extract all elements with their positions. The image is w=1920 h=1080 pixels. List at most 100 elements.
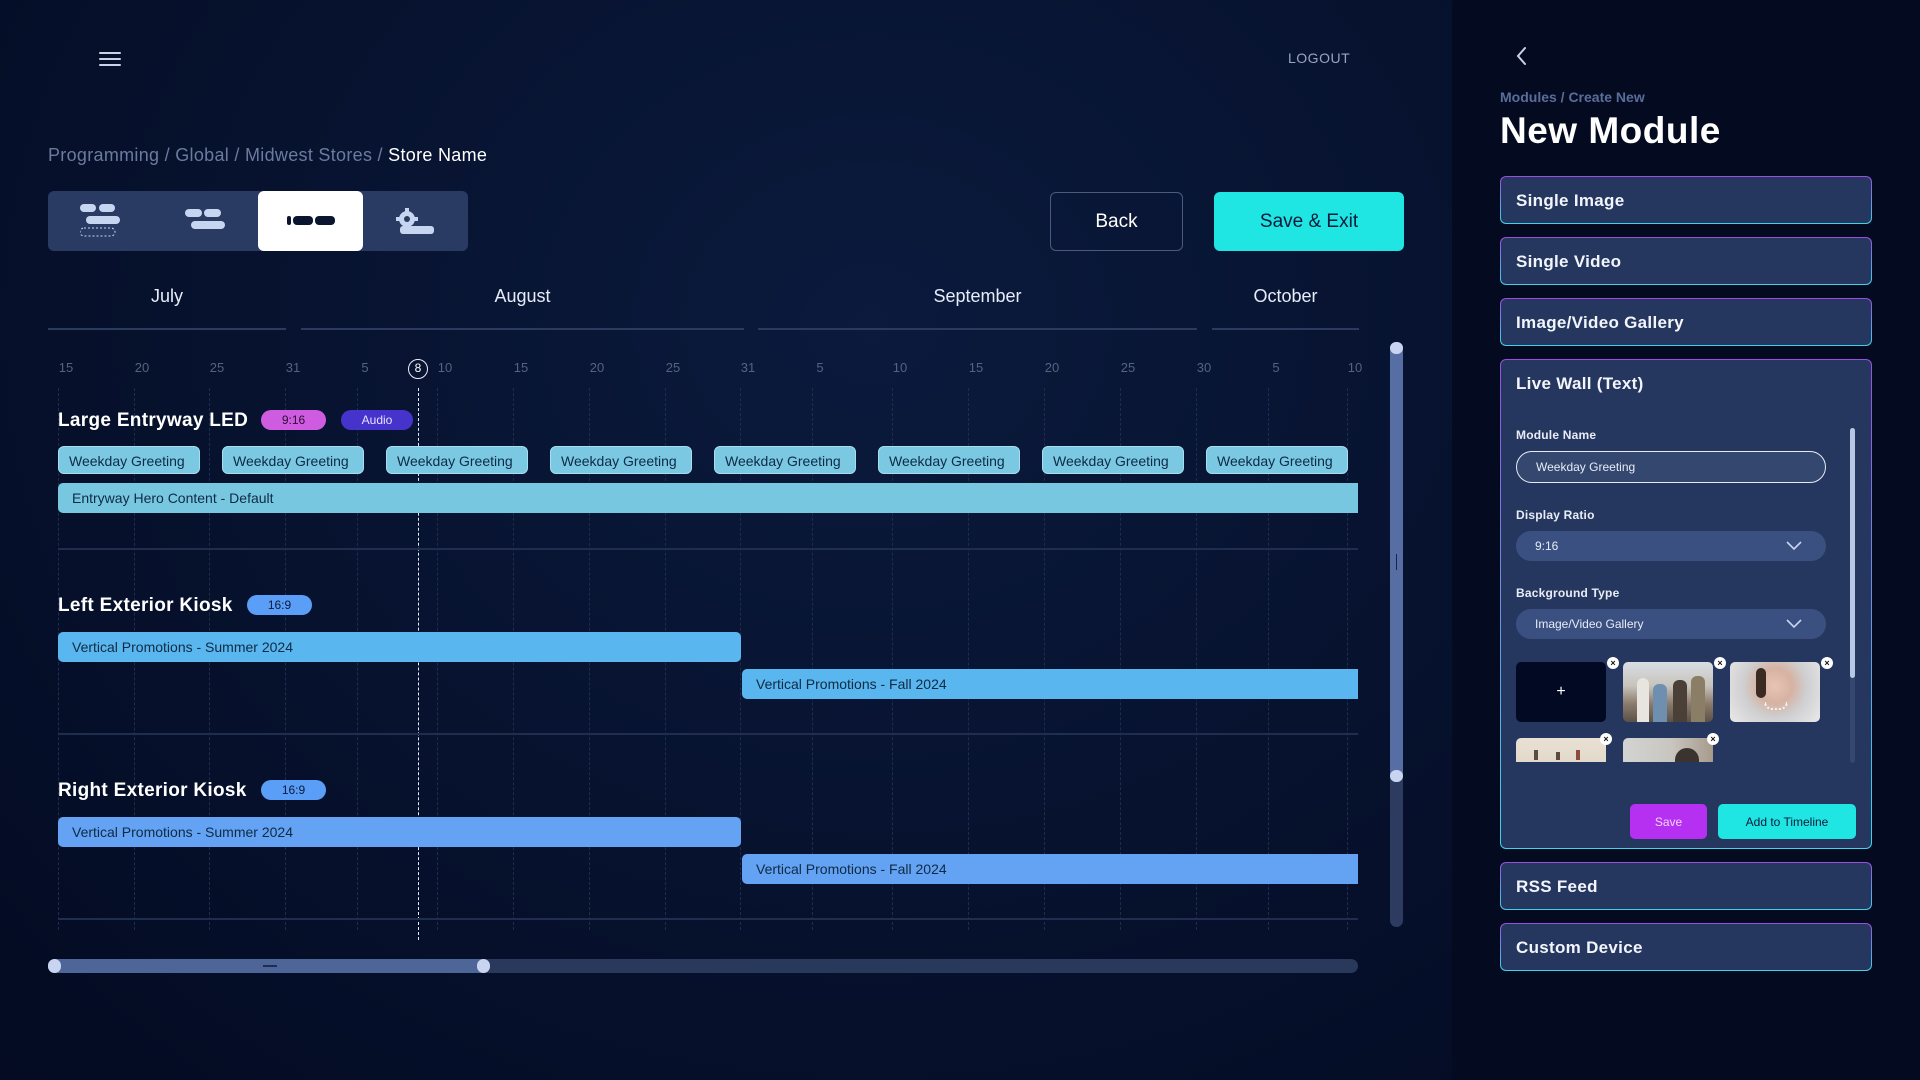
back-button[interactable]: Back (1050, 192, 1183, 251)
schedule-bar[interactable]: Vertical Promotions - Fall 2024 (742, 669, 1358, 699)
date-tick: 15 (513, 360, 529, 375)
gallery-thumbnail[interactable] (1623, 738, 1713, 762)
group-of-friends-photo (1623, 662, 1713, 722)
save-module-button[interactable]: Save (1630, 804, 1707, 839)
date-tick: 5 (816, 360, 824, 375)
remove-glyph: × (1714, 657, 1726, 669)
module-chip[interactable]: Weekday Greeting (714, 446, 856, 474)
display-ratio-select[interactable]: 9:16 (1516, 531, 1826, 561)
scroll-grip (263, 965, 277, 967)
breadcrumb-current: Store Name (388, 145, 488, 165)
row-divider (58, 548, 1358, 550)
ratio-badge: 16:9 (247, 595, 312, 615)
module-option-single-video[interactable]: Single Video (1500, 237, 1872, 285)
vertical-scrollbar[interactable] (1390, 342, 1403, 927)
ratio-badge: 9:16 (261, 410, 326, 430)
remove-media-icon[interactable]: × (1821, 657, 1833, 669)
chevron-down-icon (1786, 619, 1802, 629)
schedule-bar[interactable]: Vertical Promotions - Summer 2024 (58, 817, 741, 847)
gallery-thumbnail[interactable] (1730, 662, 1820, 722)
scroll-grip (1396, 554, 1397, 570)
logout-link[interactable]: LOGOUT (1288, 50, 1350, 66)
remove-media-icon[interactable]: × (1600, 733, 1612, 745)
view-settings-button[interactable] (363, 191, 468, 251)
month-label: August (494, 286, 551, 306)
display-ratio-value: 9:16 (1535, 539, 1559, 553)
date-tick: 15 (968, 360, 984, 375)
schedule-bar[interactable]: Vertical Promotions - Fall 2024 (742, 854, 1358, 884)
module-chip[interactable]: Weekday Greeting (222, 446, 364, 474)
module-option-label: RSS Feed (1516, 877, 1598, 896)
breadcrumb-midwest-stores[interactable]: Midwest Stores (245, 145, 372, 165)
module-name-label: Module Name (1516, 428, 1597, 442)
module-option-custom-device[interactable]: Custom Device (1500, 923, 1872, 971)
breadcrumb-separator: / (372, 145, 389, 165)
module-option-single-image[interactable]: Single Image (1500, 176, 1872, 224)
date-gridline (1196, 388, 1197, 930)
side-panel-breadcrumb: Modules / Create New (1500, 89, 1645, 105)
module-chip[interactable]: Weekday Greeting (386, 446, 528, 474)
background-type-select[interactable]: Image/Video Gallery (1516, 609, 1826, 639)
main-area: LOGOUT Programming / Global / Midwest St… (0, 0, 1452, 1080)
month-divider (48, 328, 286, 330)
view-grouped-button[interactable] (153, 191, 258, 251)
timeline: July August September October 15 20 25 31 5 1… (48, 280, 1362, 940)
remove-glyph: × (1600, 733, 1612, 745)
save-exit-button[interactable]: Save & Exit (1214, 192, 1404, 251)
module-option-rss-feed[interactable]: RSS Feed (1500, 862, 1872, 910)
breadcrumb-global[interactable]: Global (175, 145, 229, 165)
remove-media-icon[interactable]: × (1714, 657, 1726, 669)
module-name-input[interactable] (1516, 451, 1826, 483)
module-option-label[interactable]: Live Wall (Text) (1516, 374, 1644, 394)
city-building-photo (1623, 738, 1713, 762)
remove-media-icon[interactable]: × (1607, 657, 1619, 669)
add-to-timeline-button[interactable]: Add to Timeline (1718, 804, 1856, 839)
device-title: Right Exterior Kiosk (58, 780, 247, 801)
module-chip[interactable]: Weekday Greeting (1206, 446, 1348, 474)
hamburger-menu-icon[interactable] (99, 52, 121, 66)
schedule-bar[interactable]: Entryway Hero Content - Default (58, 483, 1358, 513)
date-tick: 25 (665, 360, 681, 375)
remove-glyph: × (1607, 657, 1619, 669)
module-chip[interactable]: Weekday Greeting (58, 446, 200, 474)
date-tick: 20 (589, 360, 605, 375)
horizontal-scrollbar[interactable] (48, 959, 1358, 973)
background-type-value: Image/Video Gallery (1535, 617, 1644, 631)
module-option-live-wall-text: Live Wall (Text) Module Name Display Rat… (1500, 359, 1872, 849)
module-option-image-video-gallery[interactable]: Image/Video Gallery (1500, 298, 1872, 346)
form-scroll-thumb[interactable] (1850, 428, 1855, 678)
side-panel-title: New Module (1500, 110, 1721, 151)
device-title: Left Exterior Kiosk (58, 595, 233, 616)
date-tick: 5 (1272, 360, 1280, 375)
device-title: Large Entryway LED (58, 410, 249, 431)
row-divider (58, 918, 1358, 920)
month-label: October (1253, 286, 1318, 306)
grouped-layout-icon (184, 209, 225, 229)
view-switcher (48, 191, 468, 251)
remove-glyph: × (1707, 733, 1719, 745)
vertical-scroll-thumb[interactable] (1390, 342, 1403, 782)
settings-layout-icon (395, 208, 434, 234)
add-media-button[interactable]: + (1516, 662, 1606, 722)
date-tick: 25 (209, 360, 225, 375)
module-chip[interactable]: Weekday Greeting (878, 446, 1020, 474)
form-scrollbar[interactable] (1850, 428, 1855, 763)
chevron-left-icon[interactable] (1512, 44, 1532, 68)
module-chip[interactable]: Weekday Greeting (1042, 446, 1184, 474)
view-stacked-button[interactable] (48, 191, 153, 251)
date-tick: 31 (285, 360, 301, 375)
breadcrumb-separator: / (159, 145, 176, 165)
remove-media-icon[interactable]: × (1707, 733, 1719, 745)
breadcrumb-programming[interactable]: Programming (48, 145, 159, 165)
module-option-label: Single Image (1516, 191, 1625, 210)
gallery-thumbnail[interactable] (1516, 738, 1606, 762)
horizontal-scroll-thumb[interactable] (48, 959, 490, 973)
date-tick: 10 (437, 360, 453, 375)
module-chip[interactable]: Weekday Greeting (550, 446, 692, 474)
schedule-bar[interactable]: Vertical Promotions - Summer 2024 (58, 632, 741, 662)
view-timeline-button[interactable] (258, 191, 363, 251)
gallery-thumbnail[interactable] (1623, 662, 1713, 722)
date-tick: 30 (1196, 360, 1212, 375)
month-divider (1212, 328, 1359, 330)
chevron-down-icon (1786, 541, 1802, 551)
